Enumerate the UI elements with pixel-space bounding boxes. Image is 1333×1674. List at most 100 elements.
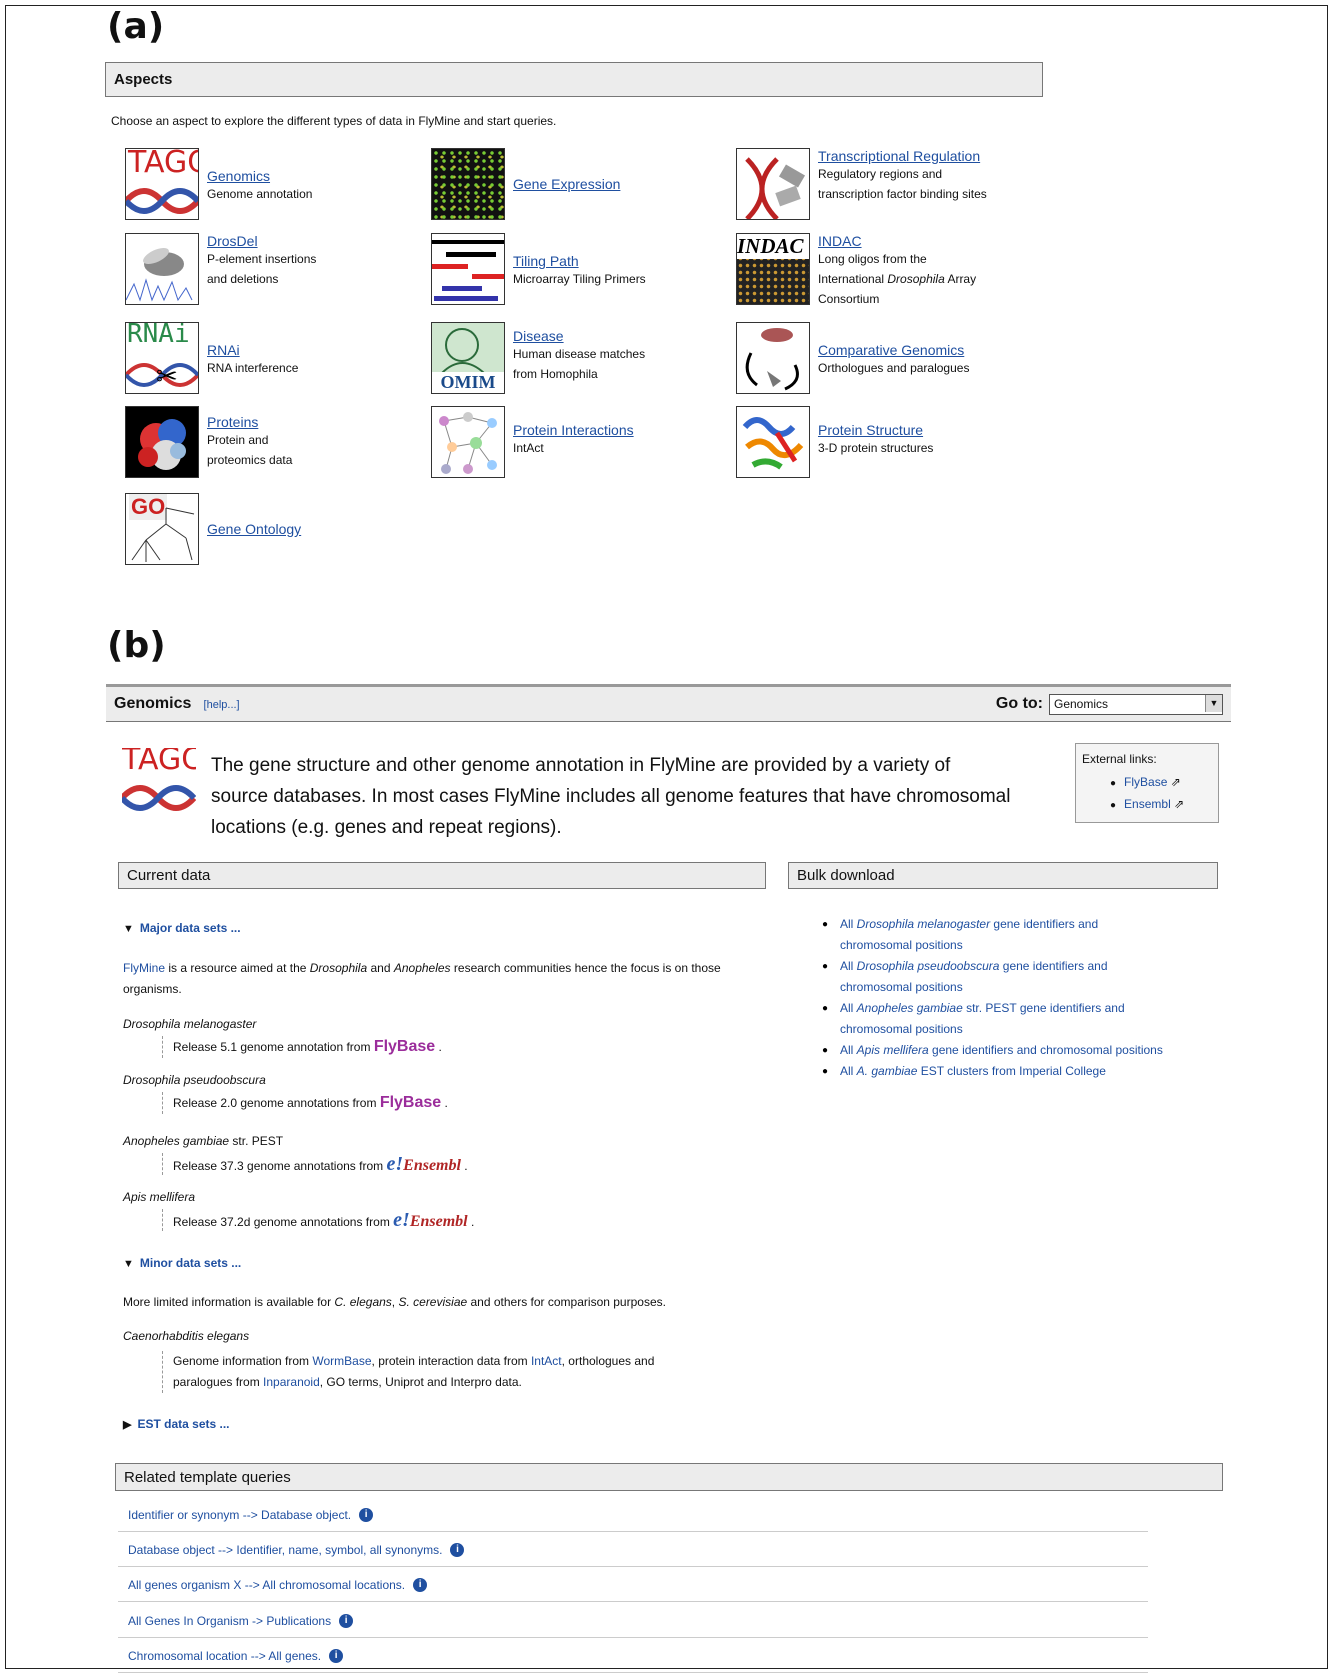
organism-release: Release 2.0 genome annotations from FlyB… <box>162 1092 448 1114</box>
aspect-desc-protein-interactions: IntAct <box>513 441 544 455</box>
minor-intro: More limited information is available fo… <box>123 1295 666 1309</box>
major-data-sets-toggle[interactable]: ▼ Major data sets ... <box>123 921 241 935</box>
bulk-item[interactable]: All Apis mellifera gene identifiers and … <box>822 1040 1222 1061</box>
goto-select-value: Genomics <box>1054 697 1109 711</box>
external-links-box: External links: ● FlyBase ⇗ ● Ensembl ⇗ <box>1075 743 1219 823</box>
aspects-intro: Choose an aspect to explore the differen… <box>111 114 557 128</box>
info-icon[interactable]: i <box>450 1542 465 1557</box>
aspect-desc-protein-structure: 3-D protein structures <box>818 441 934 455</box>
aspect-title-proteins[interactable]: Proteins <box>207 414 407 430</box>
microarray-icon <box>431 148 505 220</box>
triangle-right-icon: ▶ <box>123 1419 132 1431</box>
organism-name: Drosophila pseudoobscura <box>123 1073 266 1087</box>
ensembl-logo[interactable]: e!Ensembl <box>393 1209 467 1231</box>
aspect-protein-interactions[interactable]: Protein Interactions IntAct <box>431 406 713 478</box>
help-link[interactable]: [help...] <box>204 699 240 711</box>
goto-select[interactable]: Genomics ▼ <box>1049 693 1223 715</box>
aspect-title-drosdel[interactable]: DrosDel <box>207 233 407 249</box>
fly-icon <box>125 233 199 305</box>
bulk-download-header: Bulk download <box>788 862 1218 889</box>
rnai-icon: RNAi ✂ <box>125 322 199 394</box>
aspect-title-indac[interactable]: INDAC <box>818 233 1018 249</box>
current-data-header: Current data <box>118 862 766 889</box>
genomics-tagc-icon: TAGC <box>122 748 196 820</box>
aspect-title-protein-structure[interactable]: Protein Structure <box>818 422 1038 438</box>
aspect-title-tiling-path[interactable]: Tiling Path <box>513 253 713 269</box>
genomics-title: Genomics <box>114 695 192 712</box>
bulk-item[interactable]: All Drosophila melanogaster gene identif… <box>822 914 1222 956</box>
aspect-protein-structure[interactable]: Protein Structure 3-D protein structures <box>736 406 1038 478</box>
external-link-ensembl[interactable]: ● Ensembl ⇗ <box>1110 794 1212 816</box>
template-query-row[interactable]: Chromosomal location --> All genes. i <box>118 1639 1148 1673</box>
aspect-title-comparative-genomics[interactable]: Comparative Genomics <box>818 342 1038 358</box>
minor-data-sets-toggle[interactable]: ▼ Minor data sets ... <box>123 1256 241 1270</box>
genomics-header-bar: Genomics [help...] Go to: Genomics ▼ <box>106 684 1231 722</box>
aspect-proteins[interactable]: Proteins Protein and proteomics data <box>125 406 407 478</box>
aspect-desc-rnai: RNA interference <box>207 361 299 375</box>
aspect-title-transcriptional-regulation[interactable]: Transcriptional Regulation <box>818 148 1078 164</box>
triangle-down-icon: ▼ <box>123 1258 134 1270</box>
aspect-desc-transcriptional-regulation: Regulatory regions and transcription fac… <box>818 167 987 201</box>
ensembl-logo[interactable]: e!Ensembl <box>386 1153 460 1175</box>
bulk-item[interactable]: All Anopheles gambiae str. PEST gene ide… <box>822 998 1222 1040</box>
organism-release: Release 37.2d genome annotations from e!… <box>162 1209 474 1231</box>
aspect-disease[interactable]: OMIM Disease Human disease matches from H… <box>431 322 713 394</box>
ce-info: Genome information from WormBase, protei… <box>162 1351 773 1393</box>
info-icon[interactable]: i <box>339 1613 354 1628</box>
aspect-rnai[interactable]: RNAi ✂ RNAi RNA interference <box>125 322 407 394</box>
aspect-title-gene-expression[interactable]: Gene Expression <box>513 176 713 192</box>
aspect-desc-drosdel: P-element insertions and deletions <box>207 252 317 286</box>
info-icon[interactable]: i <box>359 1507 374 1522</box>
organism-name: Apis mellifera <box>123 1190 196 1204</box>
external-link-icon: ⇗ <box>1174 797 1185 811</box>
info-icon[interactable]: i <box>329 1648 344 1663</box>
chevron-down-icon[interactable]: ▼ <box>1205 694 1222 712</box>
template-query-row[interactable]: Identifier or synonym --> Database objec… <box>118 1498 1148 1532</box>
organism-release: Release 5.1 genome annotation from FlyBa… <box>162 1036 442 1058</box>
aspect-desc-comparative-genomics: Orthologues and paralogues <box>818 361 970 375</box>
aspect-drosdel[interactable]: DrosDel P-element insertions and deletion… <box>125 233 407 305</box>
external-links-label: External links: <box>1082 752 1157 766</box>
aspect-desc-genomics: Genome annotation <box>207 187 313 201</box>
aspect-gene-expression[interactable]: Gene Expression <box>431 148 713 220</box>
aspect-indac[interactable]: INDAC INDAC Long oligos from the Internat… <box>736 233 1018 309</box>
est-data-sets-toggle[interactable]: ▶ EST data sets ... <box>123 1417 230 1431</box>
protein-sphere-icon <box>125 406 199 478</box>
bulk-item[interactable]: All A. gambiae EST clusters from Imperia… <box>822 1061 1222 1082</box>
info-icon[interactable]: i <box>413 1577 428 1592</box>
panel-a-label: (a) <box>107 6 165 47</box>
template-query-row[interactable]: All genes organism X --> All chromosomal… <box>118 1568 1148 1602</box>
aspect-title-genomics[interactable]: Genomics <box>207 168 407 184</box>
aspect-tiling-path[interactable]: Tiling Path Microarray Tiling Primers <box>431 233 713 305</box>
flymine-link[interactable]: FlyMine <box>123 961 165 975</box>
flybase-logo[interactable]: FlyBase <box>374 1038 435 1055</box>
goto-label: Go to: <box>995 695 1043 712</box>
organism-name: Drosophila melanogaster <box>123 1017 257 1031</box>
aspect-title-rnai[interactable]: RNAi <box>207 342 407 358</box>
aspect-genomics[interactable]: TAGC Genomics Genome annotation <box>125 148 407 220</box>
bulk-download-list: All Drosophila melanogaster gene identif… <box>822 914 1222 1082</box>
bulk-item[interactable]: All Drosophila pseudoobscura gene identi… <box>822 956 1222 998</box>
tiling-icon <box>431 233 505 305</box>
template-query-row[interactable]: All Genes In Organism -> Publications i <box>118 1604 1148 1638</box>
aspect-comparative-genomics[interactable]: Comparative Genomics Orthologues and para… <box>736 322 1038 394</box>
intact-link[interactable]: IntAct <box>531 1354 562 1368</box>
inparanoid-link[interactable]: Inparanoid <box>263 1375 320 1389</box>
aspect-gene-ontology[interactable]: GO Gene Ontology <box>125 493 407 565</box>
external-link-icon: ⇗ <box>1170 775 1181 789</box>
external-link-flybase[interactable]: ● FlyBase ⇗ <box>1110 772 1212 794</box>
aspect-transcriptional-regulation[interactable]: Transcriptional Regulation Regulatory reg… <box>736 148 1078 220</box>
wormbase-link[interactable]: WormBase <box>312 1354 371 1368</box>
aspect-title-disease[interactable]: Disease <box>513 328 713 344</box>
flybase-logo[interactable]: FlyBase <box>380 1094 441 1111</box>
ribbon-icon <box>736 406 810 478</box>
aspect-title-protein-interactions[interactable]: Protein Interactions <box>513 422 713 438</box>
network-icon <box>431 406 505 478</box>
template-query-row[interactable]: Database object --> Identifier, name, sy… <box>118 1533 1148 1567</box>
template-queries-header: Related template queries <box>115 1463 1223 1491</box>
organism-name: Caenorhabditis elegans <box>123 1329 250 1343</box>
indac-icon: INDAC <box>736 233 810 305</box>
aspect-title-gene-ontology[interactable]: Gene Ontology <box>207 521 407 537</box>
genomics-description: The gene structure and other genome anno… <box>211 755 1011 838</box>
organism-release: Release 37.3 genome annotations from e!E… <box>162 1153 468 1175</box>
